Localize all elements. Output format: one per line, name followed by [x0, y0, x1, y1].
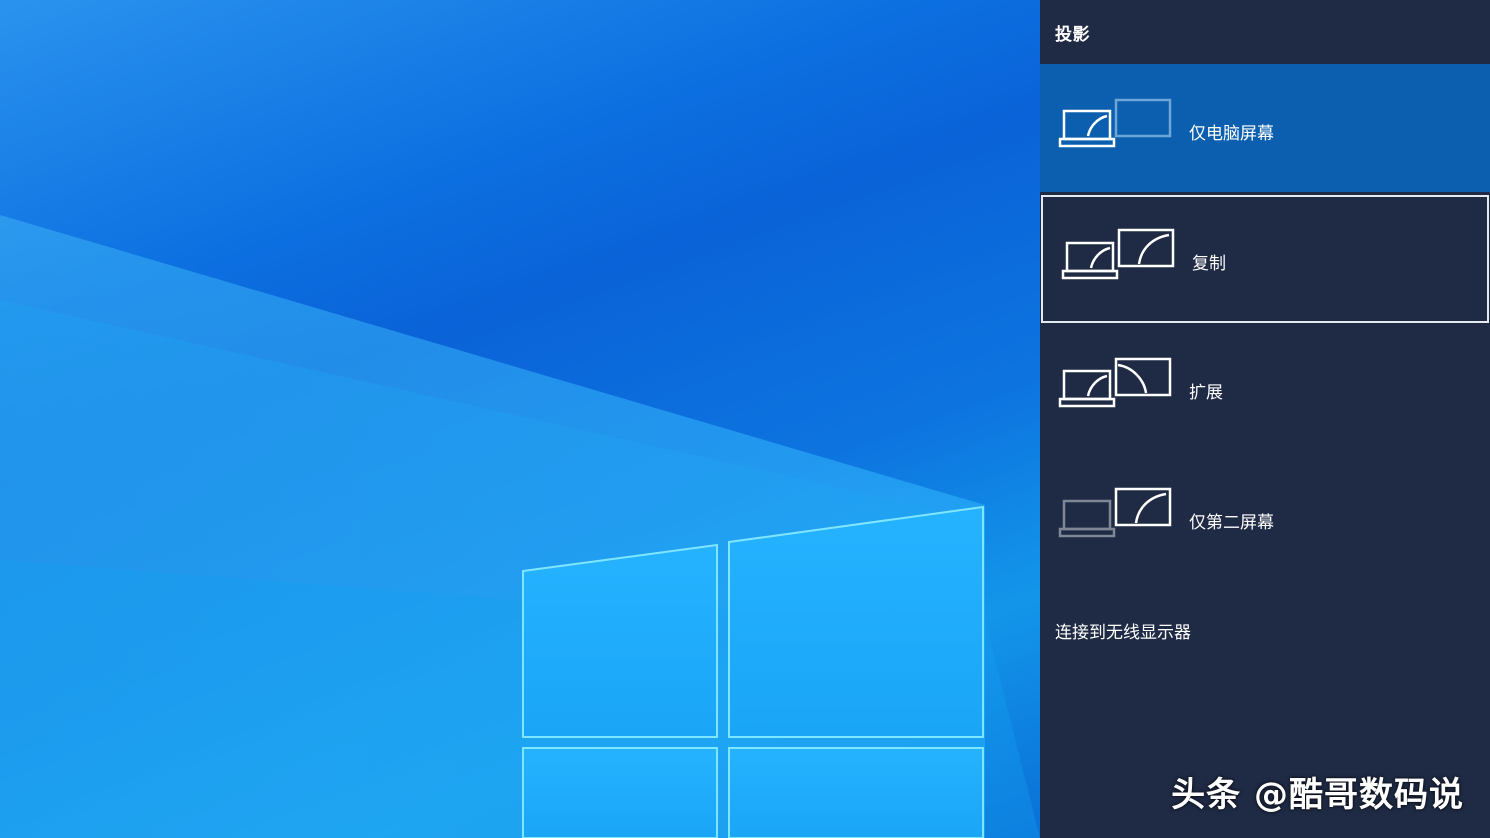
connect-wireless-display-link[interactable]: 连接到无线显示器: [1055, 618, 1191, 643]
option-label: 仅第二屏幕: [1189, 513, 1274, 533]
project-panel: 投影 仅电脑屏幕 复制 扩展 仅第二屏幕 连接到无线显示器: [1040, 0, 1490, 838]
option-duplicate[interactable]: 复制: [1041, 195, 1489, 323]
laptop-icon: [1058, 109, 1116, 148]
laptop-icon: [1061, 241, 1119, 280]
laptop-icon: [1058, 369, 1116, 408]
desktop-wallpaper: [0, 0, 1040, 838]
option-pc-screen-only[interactable]: 仅电脑屏幕: [1040, 64, 1490, 192]
screen: 投影 仅电脑屏幕 复制 扩展 仅第二屏幕 连接到无线显示器 头条 @酷哥数码说: [0, 0, 1490, 838]
watermark: 头条 @酷哥数码说: [1171, 775, 1464, 815]
option-extend[interactable]: 扩展: [1040, 325, 1490, 453]
option-second-screen-only[interactable]: 仅第二屏幕: [1040, 455, 1490, 583]
laptop-dimmed-icon: [1058, 499, 1116, 538]
monitor-icon: [1114, 487, 1172, 527]
monitor-icon: [1117, 228, 1175, 268]
monitor-blank-icon: [1114, 98, 1172, 138]
windows-logo-wallpaper: [0, 215, 1040, 838]
monitor-icon: [1114, 357, 1172, 397]
panel-title: 投影: [1055, 25, 1090, 45]
option-label: 扩展: [1189, 383, 1223, 403]
option-label: 仅电脑屏幕: [1189, 124, 1274, 144]
option-label: 复制: [1192, 254, 1226, 274]
